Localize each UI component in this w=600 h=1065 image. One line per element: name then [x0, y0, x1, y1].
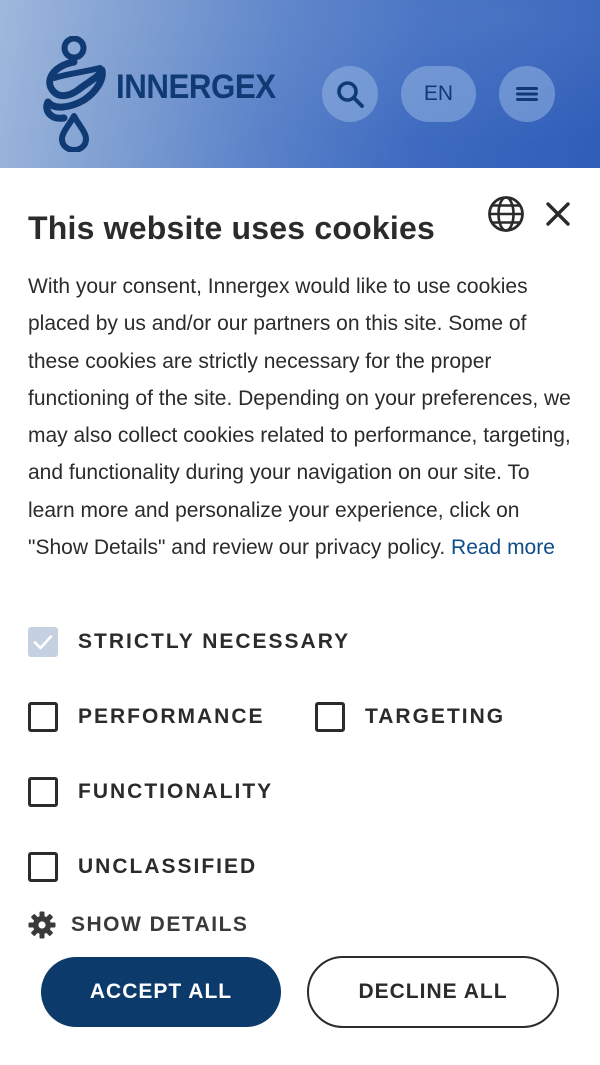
- close-button[interactable]: [542, 198, 574, 230]
- category-performance[interactable]: PERFORMANCE: [28, 702, 265, 732]
- close-icon: [546, 202, 570, 226]
- targeting-checkbox[interactable]: [315, 702, 345, 732]
- targeting-label[interactable]: TARGETING: [365, 705, 505, 729]
- performance-label[interactable]: PERFORMANCE: [78, 705, 265, 729]
- read-more-link[interactable]: Read more: [451, 536, 555, 559]
- functionality-label[interactable]: FUNCTIONALITY: [78, 780, 273, 804]
- innergex-logo-icon: [43, 36, 106, 152]
- search-icon: [337, 81, 364, 108]
- category-functionality[interactable]: FUNCTIONALITY: [28, 777, 273, 807]
- menu-button[interactable]: [499, 66, 555, 122]
- cookie-description-text: With your consent, Innergex would like t…: [28, 275, 571, 560]
- language-label: EN: [423, 82, 454, 105]
- category-targeting[interactable]: TARGETING: [315, 702, 505, 732]
- innergex-logo[interactable]: INNERGEX: [40, 36, 290, 152]
- globe-icon: [488, 196, 524, 232]
- language-select-button[interactable]: [486, 194, 526, 234]
- cookie-description: With your consent, Innergex would like t…: [28, 268, 576, 566]
- unclassified-label[interactable]: UNCLASSIFIED: [78, 855, 257, 879]
- logo-text: INNERGEX: [116, 67, 276, 106]
- category-unclassified[interactable]: UNCLASSIFIED: [28, 852, 257, 882]
- gear-icon: [28, 911, 56, 939]
- accept-all-button[interactable]: ACCEPT ALL: [41, 957, 281, 1027]
- category-strictly-necessary: STRICTLY NECESSARY: [28, 627, 350, 657]
- strictly-necessary-label: STRICTLY NECESSARY: [78, 630, 351, 653]
- cookie-panel-title: This website uses cookies: [28, 210, 435, 246]
- search-button[interactable]: [322, 66, 378, 122]
- unclassified-checkbox[interactable]: [28, 852, 58, 882]
- language-button[interactable]: EN: [401, 66, 476, 122]
- checkmark-icon: [33, 635, 53, 650]
- functionality-checkbox[interactable]: [28, 777, 58, 807]
- performance-checkbox[interactable]: [28, 702, 58, 732]
- hamburger-menu-icon: [516, 87, 538, 101]
- show-details-toggle[interactable]: SHOW DETAILS: [27, 910, 248, 940]
- decline-all-button[interactable]: DECLINE ALL: [307, 956, 559, 1028]
- strictly-necessary-checkbox: [28, 627, 58, 657]
- show-details-label[interactable]: SHOW DETAILS: [71, 913, 248, 937]
- cookie-consent-panel: This website uses cookies With your cons…: [0, 168, 600, 1065]
- site-header: INNERGEX EN: [0, 0, 600, 168]
